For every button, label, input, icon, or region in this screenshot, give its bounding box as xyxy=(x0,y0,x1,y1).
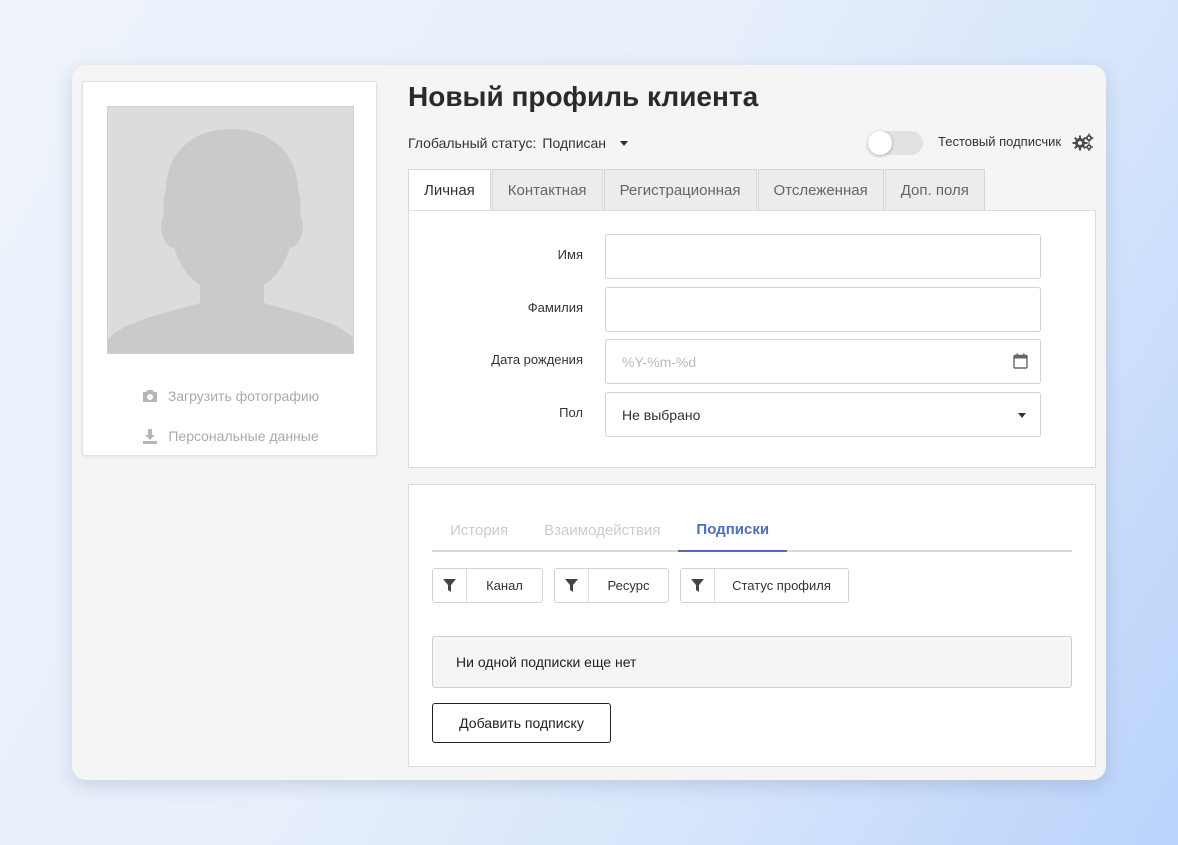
personal-data-button[interactable]: Персональные данные xyxy=(83,428,378,444)
settings-button[interactable] xyxy=(1072,133,1094,156)
tab-registration[interactable]: Регистрационная xyxy=(603,169,757,211)
tab-contact[interactable]: Контактная xyxy=(491,169,603,211)
test-subscriber-label: Тестовый подписчик xyxy=(938,134,1062,149)
personal-data-label: Персональные данные xyxy=(168,428,319,444)
tab-personal[interactable]: Личная xyxy=(408,169,491,211)
tab-interactions[interactable]: Взаимодействия xyxy=(526,509,678,552)
last-name-label: Фамилия xyxy=(527,300,583,315)
filter-icon xyxy=(433,569,467,602)
personal-form: Имя Фамилия Дата рождения %Y-%m-%d Пол Н… xyxy=(408,210,1096,468)
first-name-input[interactable] xyxy=(605,234,1041,279)
filter-resource-label: Ресурс xyxy=(607,578,650,593)
add-subscription-button[interactable]: Добавить подписку xyxy=(432,703,611,743)
calendar-icon[interactable] xyxy=(1013,353,1028,369)
profile-window: Загрузить фотографию Персональные данные… xyxy=(72,65,1106,780)
first-name-row: Имя xyxy=(409,234,1097,279)
upload-photo-label: Загрузить фотографию xyxy=(167,388,320,404)
global-status-dropdown[interactable]: Подписан xyxy=(542,135,629,151)
empty-subscriptions-message: Ни одной подписки еще нет xyxy=(432,636,1072,688)
last-name-row: Фамилия xyxy=(409,287,1097,332)
tab-history[interactable]: История xyxy=(432,509,526,552)
filter-channel-label: Канал xyxy=(486,578,523,593)
gender-value: Не выбрано xyxy=(622,406,701,423)
gender-label: Пол xyxy=(559,405,583,420)
tab-extra-fields[interactable]: Доп. поля xyxy=(884,169,985,211)
page-title: Новый профиль клиента xyxy=(408,81,759,112)
birthdate-label: Дата рождения xyxy=(491,352,583,367)
activity-panel: История Взаимодействия Подписки Канал Ре… xyxy=(408,484,1096,767)
gender-row: Пол Не выбрано xyxy=(409,392,1097,437)
first-name-label: Имя xyxy=(557,247,583,262)
filter-profile-status[interactable]: Статус профиля xyxy=(680,568,849,603)
global-status-value: Подписан xyxy=(542,135,607,151)
global-status-label: Глобальный статус: xyxy=(408,135,537,151)
birthdate-placeholder: %Y-%m-%d xyxy=(622,353,697,370)
avatar-placeholder xyxy=(107,106,354,354)
tab-tracked[interactable]: Отслеженная xyxy=(757,169,884,211)
chevron-down-icon xyxy=(620,140,629,146)
activity-tabs: История Взаимодействия Подписки xyxy=(432,509,1072,552)
filter-channel[interactable]: Канал xyxy=(432,568,543,603)
camera-icon xyxy=(142,390,157,402)
filter-profile-status-label: Статус профиля xyxy=(732,578,831,593)
birthdate-row: Дата рождения %Y-%m-%d xyxy=(409,339,1097,384)
filter-resource[interactable]: Ресурс xyxy=(554,568,669,603)
chevron-down-icon xyxy=(1018,413,1026,418)
birthdate-input[interactable]: %Y-%m-%d xyxy=(605,339,1041,384)
profile-tabs: Личная Контактная Регистрационная Отслеж… xyxy=(408,169,986,211)
last-name-input[interactable] xyxy=(605,287,1041,332)
filter-icon xyxy=(555,569,589,602)
test-subscriber-toggle[interactable] xyxy=(868,131,923,155)
toggle-knob xyxy=(868,131,892,155)
tab-subscriptions[interactable]: Подписки xyxy=(678,509,788,552)
gears-icon xyxy=(1072,133,1094,151)
global-status: Глобальный статус: Подписан xyxy=(408,135,629,151)
photo-card: Загрузить фотографию Персональные данные xyxy=(82,81,377,456)
upload-photo-button[interactable]: Загрузить фотографию xyxy=(83,388,378,404)
silhouette-icon xyxy=(108,107,353,353)
filter-icon xyxy=(681,569,715,602)
gender-select[interactable]: Не выбрано xyxy=(605,392,1041,437)
download-icon xyxy=(143,429,158,444)
